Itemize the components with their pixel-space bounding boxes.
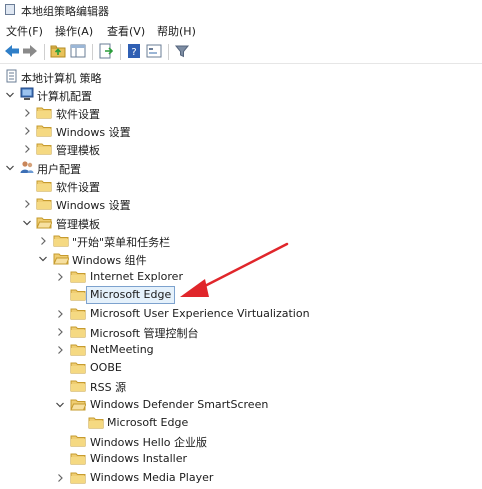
annotation-arrow <box>180 242 289 297</box>
